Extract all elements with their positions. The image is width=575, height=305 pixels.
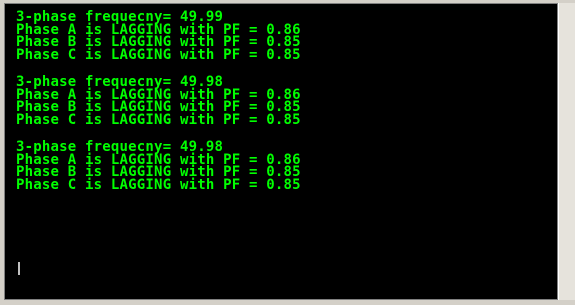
text-cursor bbox=[18, 262, 20, 275]
phase-c-line: Phase C is LAGGING with PF = 0.85 bbox=[16, 111, 301, 128]
vertical-scrollbar[interactable] bbox=[558, 3, 575, 300]
phase-c-line: Phase C is LAGGING with PF = 0.85 bbox=[16, 176, 301, 193]
console-text: 3-phase frequecny= 49.99 Phase A is LAGG… bbox=[16, 10, 301, 193]
window-bottom-edge bbox=[0, 300, 575, 305]
phase-c-line: Phase C is LAGGING with PF = 0.85 bbox=[16, 46, 301, 63]
console-window: 3-phase frequecny= 49.99 Phase A is LAGG… bbox=[0, 0, 575, 305]
console-output-area[interactable]: 3-phase frequecny= 49.99 Phase A is LAGG… bbox=[4, 3, 558, 300]
